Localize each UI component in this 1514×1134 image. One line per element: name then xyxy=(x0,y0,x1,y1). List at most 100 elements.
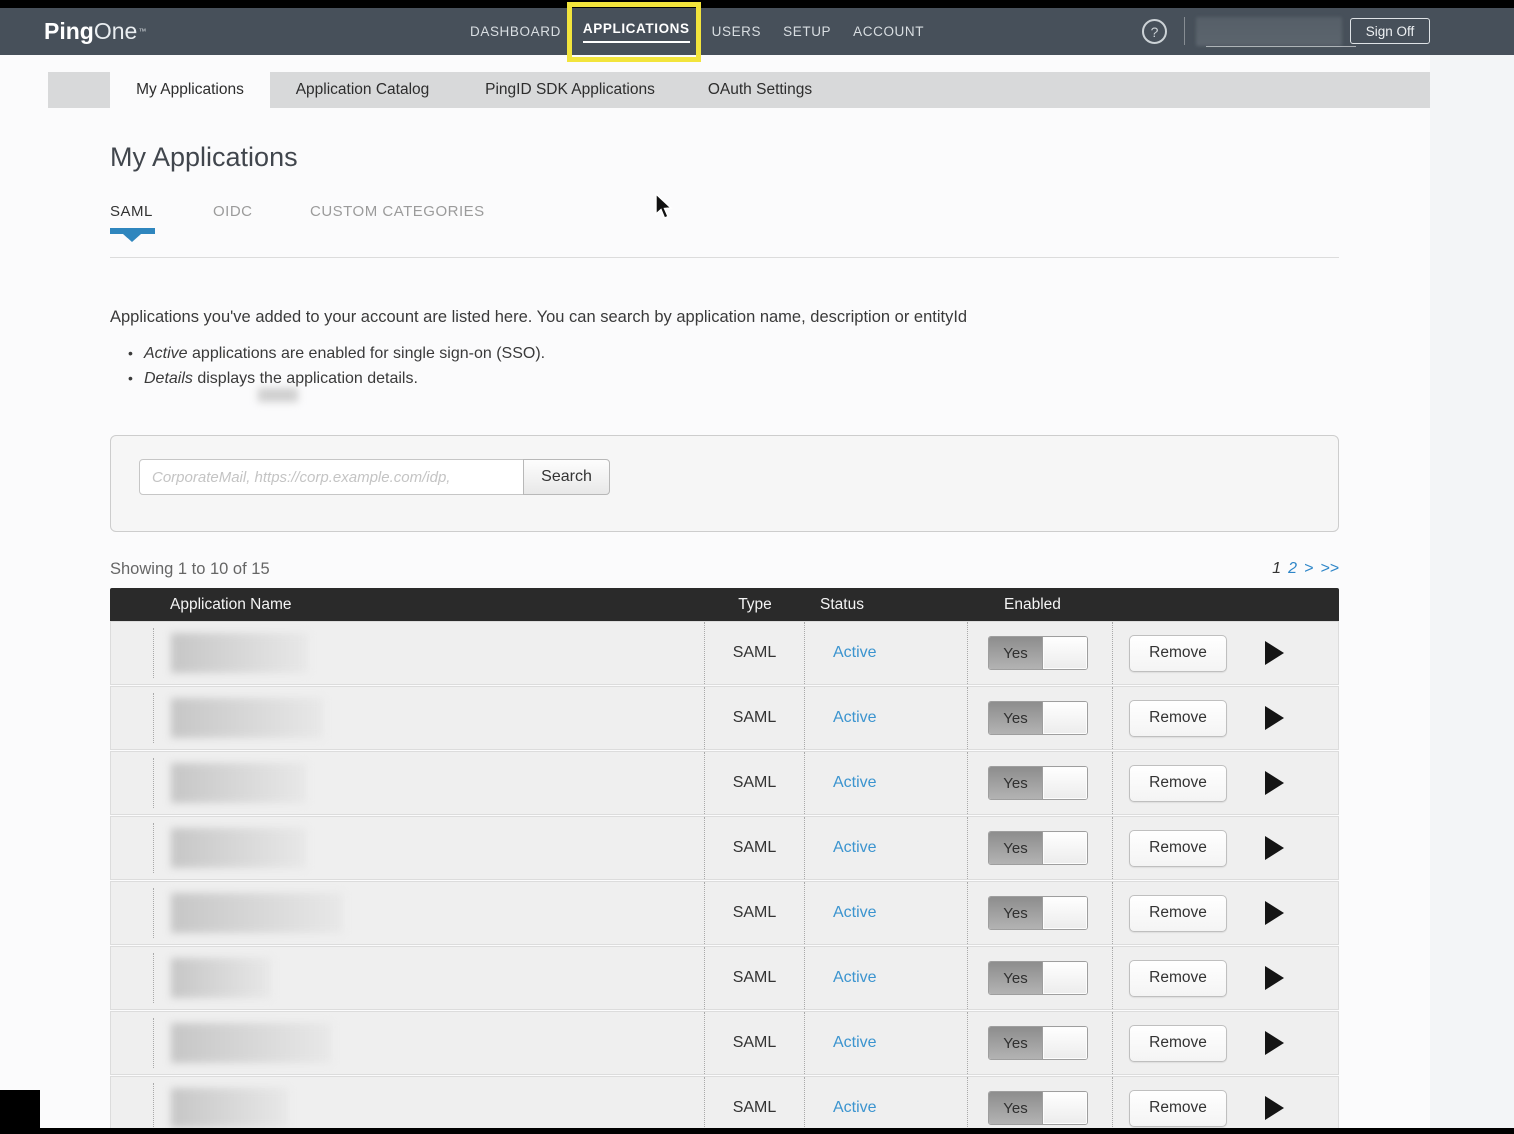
expand-details-arrow[interactable] xyxy=(1265,901,1284,925)
expand-details-arrow[interactable] xyxy=(1265,706,1284,730)
application-name-redacted xyxy=(171,958,271,998)
status-active-link[interactable]: Active xyxy=(833,1034,877,1052)
enabled-toggle[interactable]: Yes xyxy=(988,1026,1088,1060)
subtab-oidc[interactable]: OIDC xyxy=(213,203,310,220)
status-cell: Active xyxy=(804,1012,967,1074)
remove-button[interactable]: Remove xyxy=(1129,635,1227,672)
toggle-knob xyxy=(1043,962,1087,994)
table-row: SAML Active Yes Remove xyxy=(110,751,1339,815)
tab-my-applications[interactable]: My Applications xyxy=(110,72,270,108)
status-active-link[interactable]: Active xyxy=(833,969,877,987)
table-row: SAML Active Yes Remove xyxy=(110,881,1339,945)
actions-cell: Remove xyxy=(1112,1077,1338,1134)
nav-item-users[interactable]: USERS xyxy=(712,24,762,39)
main-nav: DASHBOARD APPLICATIONS USERS SETUP ACCOU… xyxy=(470,8,924,55)
enabled-toggle[interactable]: Yes xyxy=(988,961,1088,995)
application-name-cell xyxy=(111,1077,704,1134)
logo-text-ping: Ping xyxy=(44,18,94,45)
search-input[interactable] xyxy=(139,459,524,495)
status-cell: Active xyxy=(804,817,967,879)
enabled-cell: Yes xyxy=(967,1012,1112,1074)
intro-text: Applications you've added to your accoun… xyxy=(110,308,1210,327)
remove-button[interactable]: Remove xyxy=(1129,700,1227,737)
enabled-cell: Yes xyxy=(967,622,1112,684)
logo-trademark: ™ xyxy=(138,27,146,36)
actions-cell: Remove xyxy=(1112,622,1338,684)
pagination-page-1[interactable]: 1 xyxy=(1272,560,1281,578)
tab-oauth-settings[interactable]: OAuth Settings xyxy=(685,72,835,108)
status-active-link[interactable]: Active xyxy=(833,839,877,857)
status-cell: Active xyxy=(804,1077,967,1134)
toggle-knob xyxy=(1043,767,1087,799)
status-active-link[interactable]: Active xyxy=(833,774,877,792)
nav-item-account[interactable]: ACCOUNT xyxy=(853,24,924,39)
status-active-link[interactable]: Active xyxy=(833,1099,877,1117)
enabled-toggle[interactable]: Yes xyxy=(988,896,1088,930)
toggle-knob xyxy=(1043,897,1087,929)
status-cell: Active xyxy=(804,752,967,814)
actions-cell: Remove xyxy=(1112,947,1338,1009)
enabled-toggle[interactable]: Yes xyxy=(988,831,1088,865)
remove-button[interactable]: Remove xyxy=(1129,830,1227,867)
enabled-toggle[interactable]: Yes xyxy=(988,701,1088,735)
tab-application-catalog[interactable]: Application Catalog xyxy=(270,72,455,108)
search-button[interactable]: Search xyxy=(523,459,610,495)
status-active-link[interactable]: Active xyxy=(833,644,877,662)
remove-button[interactable]: Remove xyxy=(1129,765,1227,802)
expand-details-arrow[interactable] xyxy=(1265,771,1284,795)
help-icon[interactable]: ? xyxy=(1142,19,1167,44)
actions-cell: Remove xyxy=(1112,752,1338,814)
expand-details-arrow[interactable] xyxy=(1265,641,1284,665)
remove-button[interactable]: Remove xyxy=(1129,1025,1227,1062)
nav-item-dashboard[interactable]: DASHBOARD xyxy=(470,24,561,39)
expand-details-arrow[interactable] xyxy=(1265,966,1284,990)
remove-button[interactable]: Remove xyxy=(1129,960,1227,997)
toggle-knob xyxy=(1043,702,1087,734)
table-row: SAML Active Yes Remove xyxy=(110,816,1339,880)
status-cell: Active xyxy=(804,687,967,749)
tab-pingid-sdk-applications[interactable]: PingID SDK Applications xyxy=(455,72,685,108)
expand-details-arrow[interactable] xyxy=(1265,1031,1284,1055)
nav-item-setup[interactable]: SETUP xyxy=(783,24,831,39)
remove-button[interactable]: Remove xyxy=(1129,895,1227,932)
pagination-page-2[interactable]: 2 xyxy=(1288,560,1297,578)
navbar-right-cluster: ? Sign Off xyxy=(1114,8,1514,55)
expand-details-arrow[interactable] xyxy=(1265,836,1284,860)
protocol-subtabs: SAML OIDC CUSTOM CATEGORIES xyxy=(110,203,485,220)
toggle-yes-label: Yes xyxy=(989,897,1043,929)
showing-count-text: Showing 1 to 10 of 15 xyxy=(110,560,270,579)
table-body: SAML Active Yes Remove SAML Active Yes xyxy=(110,621,1339,1134)
remove-button[interactable]: Remove xyxy=(1129,1090,1227,1127)
top-navbar: PingOne™ DASHBOARD APPLICATIONS USERS SE… xyxy=(0,8,1514,55)
toggle-yes-label: Yes xyxy=(989,702,1043,734)
pingone-logo[interactable]: PingOne™ xyxy=(44,8,146,55)
sign-off-button[interactable]: Sign Off xyxy=(1350,18,1430,44)
bullet-active: Active applications are enabled for sing… xyxy=(128,345,545,363)
header-application-name: Application Name xyxy=(110,596,705,614)
section-divider xyxy=(110,257,1339,258)
mouse-cursor-icon xyxy=(655,193,674,220)
status-active-link[interactable]: Active xyxy=(833,904,877,922)
section-tab-band: My Applications Application Catalog Ping… xyxy=(48,72,1430,108)
navbar-divider xyxy=(1184,17,1185,45)
status-active-link[interactable]: Active xyxy=(833,709,877,727)
expand-details-arrow[interactable] xyxy=(1265,1096,1284,1120)
pagination-last[interactable]: >> xyxy=(1320,560,1339,578)
header-enabled: Enabled xyxy=(968,596,1113,614)
table-header: Application Name Type Status Enabled xyxy=(110,588,1339,621)
nav-item-applications[interactable]: APPLICATIONS xyxy=(583,21,690,43)
subtab-saml[interactable]: SAML xyxy=(110,203,213,220)
right-gutter xyxy=(1430,55,1514,1128)
toggle-yes-label: Yes xyxy=(989,637,1043,669)
pagination-next[interactable]: > xyxy=(1304,560,1313,578)
application-name-redacted xyxy=(171,763,306,803)
application-name-redacted xyxy=(171,698,323,738)
subtab-custom-categories[interactable]: CUSTOM CATEGORIES xyxy=(310,203,485,220)
enabled-cell: Yes xyxy=(967,687,1112,749)
user-menu-redacted[interactable] xyxy=(1196,17,1342,46)
enabled-toggle[interactable]: Yes xyxy=(988,636,1088,670)
enabled-toggle[interactable]: Yes xyxy=(988,1091,1088,1125)
type-cell: SAML xyxy=(704,947,804,1009)
enabled-toggle[interactable]: Yes xyxy=(988,766,1088,800)
search-row: Search xyxy=(139,459,610,495)
